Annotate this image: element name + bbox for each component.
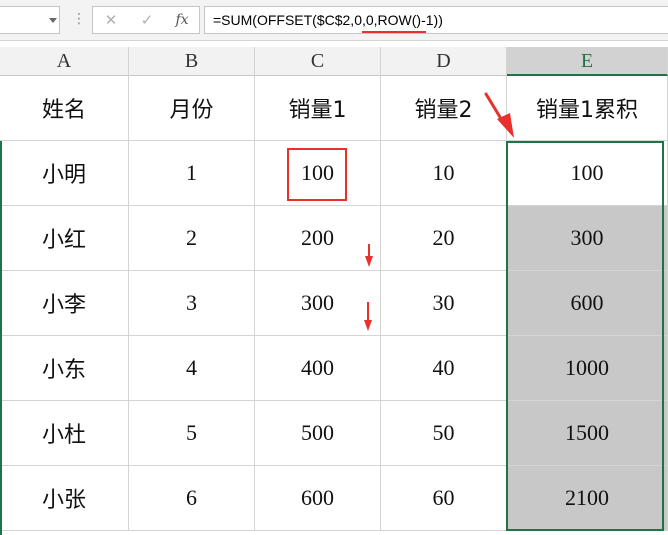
cell-a4[interactable]: 小李 — [0, 271, 129, 336]
cell-d4[interactable]: 30 — [381, 271, 507, 336]
column-header-a[interactable]: A — [0, 47, 129, 76]
formula-input[interactable]: =SUM(OFFSET($C$2,0,0,ROW()-1)) — [204, 6, 668, 34]
cell-b6[interactable]: 5 — [129, 401, 255, 466]
formula-buttons: ✕ ✓ fx — [92, 6, 200, 34]
cancel-icon[interactable]: ✕ — [101, 10, 121, 30]
formula-text: =SUM(OFFSET($C$2,0,0,ROW()-1)) — [213, 12, 443, 28]
cell-d6[interactable]: 50 — [381, 401, 507, 466]
confirm-icon[interactable]: ✓ — [137, 10, 157, 30]
column-header-c[interactable]: C — [255, 47, 381, 76]
cell-a5[interactable]: 小东 — [0, 336, 129, 401]
cell-e5[interactable]: 1000 — [507, 336, 668, 401]
cell-e3[interactable]: 300 — [507, 206, 668, 271]
column-header-e[interactable]: E — [507, 47, 668, 76]
cell-b3[interactable]: 2 — [129, 206, 255, 271]
cell-c5[interactable]: 400 — [255, 336, 381, 401]
formula-highlight-underline — [362, 31, 426, 33]
cell-b7[interactable]: 6 — [129, 466, 255, 531]
cell-c7[interactable]: 600 — [255, 466, 381, 531]
selection-edge-left — [0, 141, 2, 535]
cell-d5[interactable]: 40 — [381, 336, 507, 401]
cell-a7[interactable]: 小张 — [0, 466, 129, 531]
header-cell-month[interactable]: 月份 — [129, 76, 255, 141]
cell-a6[interactable]: 小杜 — [0, 401, 129, 466]
cell-b2[interactable]: 1 — [129, 141, 255, 206]
chevron-down-icon[interactable] — [49, 18, 57, 23]
column-header-d[interactable]: D — [381, 47, 507, 76]
header-cell-sales2[interactable]: 销量2 — [381, 76, 507, 141]
cell-b5[interactable]: 4 — [129, 336, 255, 401]
cell-c3[interactable]: 200 — [255, 206, 381, 271]
more-vertical-icon[interactable]: ⋮ — [72, 9, 86, 29]
header-cell-sales1[interactable]: 销量1 — [255, 76, 381, 141]
header-cell-name[interactable]: 姓名 — [0, 76, 129, 141]
insert-function-icon[interactable]: fx — [172, 10, 192, 30]
cell-c4[interactable]: 300 — [255, 271, 381, 336]
cell-a2[interactable]: 小明 — [0, 141, 129, 206]
header-cell-sales1-cumulative[interactable]: 销量1累积 — [507, 76, 668, 141]
cell-e4[interactable]: 600 — [507, 271, 668, 336]
cell-a3[interactable]: 小红 — [0, 206, 129, 271]
name-box[interactable] — [0, 6, 60, 34]
cell-e6[interactable]: 1500 — [507, 401, 668, 466]
cell-c2[interactable]: 100 — [255, 141, 381, 206]
cell-d2[interactable]: 10 — [381, 141, 507, 206]
cell-c6[interactable]: 500 — [255, 401, 381, 466]
formula-bar: ⋮ ✕ ✓ fx =SUM(OFFSET($C$2,0,0,ROW()-1)) — [0, 0, 668, 41]
cell-b4[interactable]: 3 — [129, 271, 255, 336]
cell-e2[interactable]: 100 — [507, 141, 668, 206]
cell-e7[interactable]: 2100 — [507, 466, 668, 531]
cell-d7[interactable]: 60 — [381, 466, 507, 531]
cell-d3[interactable]: 20 — [381, 206, 507, 271]
column-header-b[interactable]: B — [129, 47, 255, 76]
